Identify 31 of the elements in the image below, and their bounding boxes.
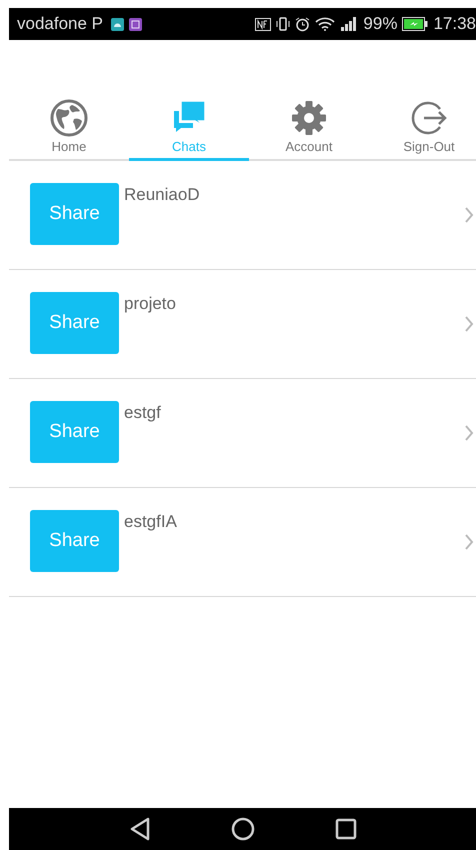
alarm-icon — [295, 16, 310, 32]
home-icon[interactable] — [230, 817, 254, 841]
globe-icon — [50, 99, 88, 137]
carrier-name: vodafone P — [17, 14, 104, 34]
chat-name: ReuniaoD — [124, 185, 200, 205]
tab[interactable]: Account — [249, 95, 369, 161]
tab[interactable]: Sign-Out — [369, 95, 476, 161]
nfc-icon — [255, 18, 272, 30]
gallery-icon — [129, 18, 142, 30]
wifi-icon — [315, 17, 336, 31]
chat-row[interactable]: Share estgfIA — [9, 488, 476, 597]
chat-name: estgfIA — [124, 512, 177, 532]
chat-name: estgf — [124, 403, 161, 423]
clock: 17:38 — [433, 14, 476, 34]
vibrate-icon — [276, 17, 290, 31]
chat-row[interactable]: Share estgf — [9, 379, 476, 488]
recents-icon[interactable] — [334, 818, 356, 840]
chevron-icon — [464, 533, 474, 551]
back-icon[interactable] — [128, 817, 150, 841]
settings-icon — [290, 99, 328, 137]
battery-percent: 99% — [363, 14, 398, 34]
chat-row[interactable]: Share ReuniaoD — [9, 161, 476, 270]
chevron-icon — [464, 315, 474, 333]
signal-icon — [340, 17, 358, 31]
sign-out-icon — [410, 99, 448, 137]
chevron-icon — [464, 206, 474, 224]
chat-row[interactable]: Share projeto — [9, 270, 476, 379]
chat-name: projeto — [124, 294, 176, 314]
tab[interactable]: Home — [9, 95, 129, 161]
battery-icon — [402, 17, 428, 31]
chevron-icon — [464, 424, 474, 442]
